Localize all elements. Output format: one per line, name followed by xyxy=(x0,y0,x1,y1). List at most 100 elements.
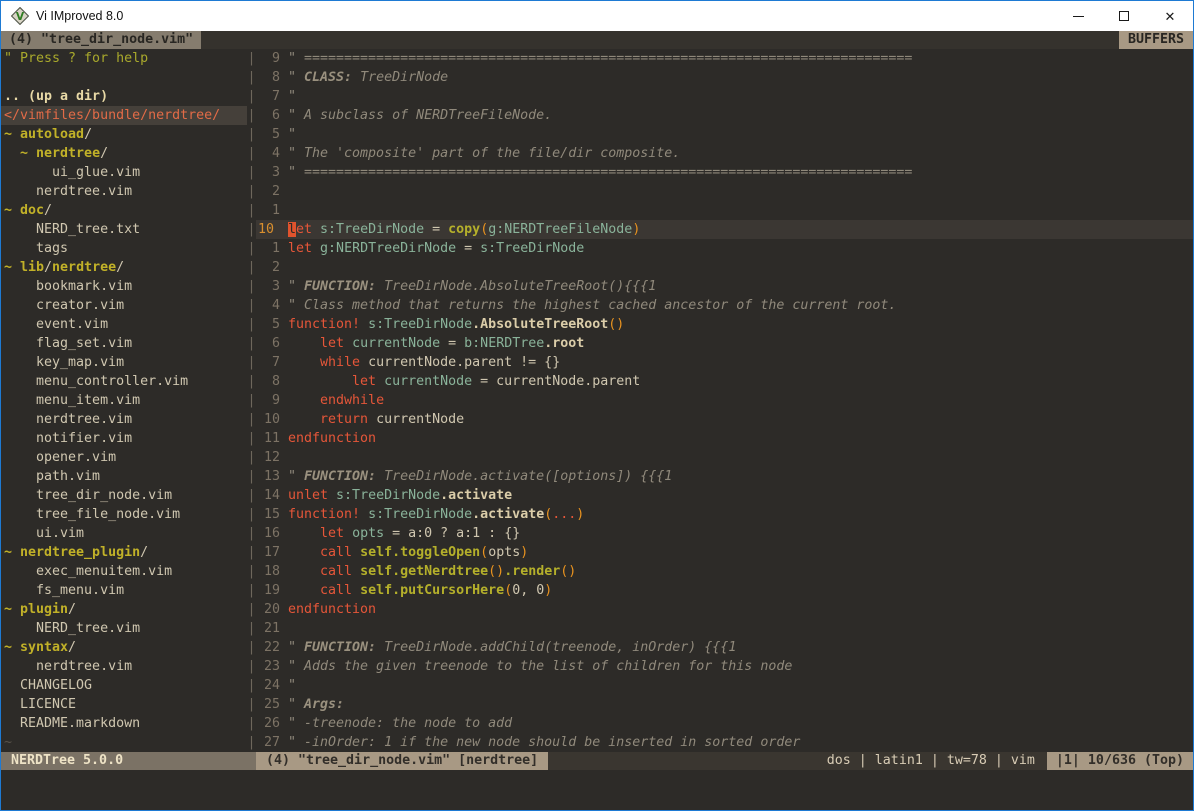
tree-row[interactable]: " Press ? for help xyxy=(4,49,247,68)
token: call xyxy=(320,545,352,560)
command-line[interactable] xyxy=(1,770,1193,810)
editor-line[interactable]: 5" xyxy=(256,125,1193,144)
line-number: 4 xyxy=(256,144,280,163)
tree-row[interactable]: ~ autoload/ xyxy=(4,125,247,144)
maximize-button[interactable] xyxy=(1101,1,1147,31)
editor-line[interactable]: 9 endwhile xyxy=(256,391,1193,410)
editor-line[interactable]: 9" =====================================… xyxy=(256,49,1193,68)
token: / xyxy=(84,127,92,142)
tree-row[interactable]: ui_glue.vim xyxy=(4,163,247,182)
tree-row[interactable]: bookmark.vim xyxy=(4,277,247,296)
editor-line[interactable]: 20endfunction xyxy=(256,600,1193,619)
tree-row[interactable] xyxy=(4,68,247,87)
editor-line[interactable]: 15function! s:TreeDirNode.activate(...) xyxy=(256,505,1193,524)
token: .activate xyxy=(440,488,512,503)
editor-line[interactable]: 23" Adds the given treenode to the list … xyxy=(256,657,1193,676)
editor-rows[interactable]: 9" =====================================… xyxy=(256,49,1193,752)
line-number: 24 xyxy=(256,676,280,695)
editor-line[interactable]: 11endfunction xyxy=(256,429,1193,448)
editor-line[interactable]: 14unlet s:TreeDirNode.activate xyxy=(256,486,1193,505)
tree-row[interactable]: ui.vim xyxy=(4,524,247,543)
tree-row[interactable]: </vimfiles/bundle/nerdtree/ xyxy=(1,106,247,125)
minimize-button[interactable] xyxy=(1055,1,1101,31)
tree-row[interactable]: tree_dir_node.vim xyxy=(4,486,247,505)
token: Args: xyxy=(304,697,344,712)
token: nerdtree.vim xyxy=(4,659,132,674)
line-number: 19 xyxy=(256,581,280,600)
editor-line[interactable]: 4" Class method that returns the highest… xyxy=(256,296,1193,315)
line-number: 10 xyxy=(256,410,280,429)
token: let xyxy=(320,526,344,541)
tree-row[interactable]: ~ nerdtree_plugin/ xyxy=(4,543,247,562)
token: / xyxy=(44,203,52,218)
tree-row[interactable]: LICENCE xyxy=(4,695,247,714)
editor-line[interactable]: 7 while currentNode.parent != {} xyxy=(256,353,1193,372)
editor-line[interactable]: 10 return currentNode xyxy=(256,410,1193,429)
tree-row[interactable]: key_map.vim xyxy=(4,353,247,372)
tab-current[interactable]: (4) "tree_dir_node.vim" xyxy=(1,31,201,49)
tree-row[interactable]: CHANGELOG xyxy=(4,676,247,695)
tree-row[interactable]: NERD_tree.txt xyxy=(4,220,247,239)
editor-line[interactable]: 12 xyxy=(256,448,1193,467)
tree-row[interactable]: path.vim xyxy=(4,467,247,486)
editor-line[interactable]: 17 call self.toggleOpen(opts) xyxy=(256,543,1193,562)
tree-row[interactable]: nerdtree.vim xyxy=(4,410,247,429)
editor-line[interactable]: 1 xyxy=(256,201,1193,220)
tree-row[interactable]: ~ xyxy=(4,733,247,752)
tree-row[interactable]: event.vim xyxy=(4,315,247,334)
line-text: " xyxy=(280,125,296,144)
editor-line[interactable]: 5function! s:TreeDirNode.AbsoluteTreeRoo… xyxy=(256,315,1193,334)
editor-line[interactable]: 3" FUNCTION: TreeDirNode.AbsoluteTreeRoo… xyxy=(256,277,1193,296)
editor-line[interactable]: 8 let currentNode = currentNode.parent xyxy=(256,372,1193,391)
tree-row[interactable]: .. (up a dir) xyxy=(4,87,247,106)
editor-line[interactable]: 19 call self.putCursorHere(0, 0) xyxy=(256,581,1193,600)
tree-row[interactable]: nerdtree.vim xyxy=(4,657,247,676)
tree-row[interactable]: fs_menu.vim xyxy=(4,581,247,600)
tree-row[interactable]: nerdtree.vim xyxy=(4,182,247,201)
line-number: 2 xyxy=(256,258,280,277)
editor-line[interactable]: 22" FUNCTION: TreeDirNode.addChild(treen… xyxy=(256,638,1193,657)
tree-row[interactable]: README.markdown xyxy=(4,714,247,733)
tree-row[interactable]: exec_menuitem.vim xyxy=(4,562,247,581)
editor-line[interactable]: 10let s:TreeDirNode = copy(g:NERDTreeFil… xyxy=(256,220,1193,239)
divider-glyph: | xyxy=(247,125,256,144)
editor-line[interactable]: 25" Args: xyxy=(256,695,1193,714)
tree-row[interactable]: flag_set.vim xyxy=(4,334,247,353)
editor-line[interactable]: 16 let opts = a:0 ? a:1 : {} xyxy=(256,524,1193,543)
line-number: 6 xyxy=(256,334,280,353)
window-divider[interactable]: ||||||||||||||||||||||||||||||||||||| xyxy=(247,49,256,752)
tree-row[interactable]: ~ doc/ xyxy=(4,201,247,220)
tree-row[interactable]: ~ lib/nerdtree/ xyxy=(4,258,247,277)
editor-line[interactable]: 2 xyxy=(256,182,1193,201)
editor-line[interactable]: 1let g:NERDTreeDirNode = s:TreeDirNode xyxy=(256,239,1193,258)
tree-row[interactable]: menu_controller.vim xyxy=(4,372,247,391)
editor-line[interactable]: 8" CLASS: TreeDirNode xyxy=(256,68,1193,87)
tree-row[interactable]: ~ nerdtree/ xyxy=(4,144,247,163)
editor-line[interactable]: 6 let currentNode = b:NERDTree.root xyxy=(256,334,1193,353)
token: currentNode xyxy=(368,412,464,427)
editor-line[interactable]: 27" -inOrder: 1 if the new node should b… xyxy=(256,733,1193,752)
token: unlet xyxy=(288,488,328,503)
editor-line[interactable]: 2 xyxy=(256,258,1193,277)
tree-row[interactable]: ~ syntax/ xyxy=(4,638,247,657)
tree-row[interactable]: opener.vim xyxy=(4,448,247,467)
tree-row[interactable]: NERD_tree.vim xyxy=(4,619,247,638)
tree-row[interactable]: tree_file_node.vim xyxy=(4,505,247,524)
tree-row[interactable]: creator.vim xyxy=(4,296,247,315)
close-button[interactable]: ✕ xyxy=(1147,1,1193,31)
tree-row[interactable]: menu_item.vim xyxy=(4,391,247,410)
editor-line[interactable]: 24" xyxy=(256,676,1193,695)
editor-line[interactable]: 13" FUNCTION: TreeDirNode.activate([opti… xyxy=(256,467,1193,486)
tree-row[interactable]: tags xyxy=(4,239,247,258)
tree-row[interactable]: notifier.vim xyxy=(4,429,247,448)
line-text xyxy=(280,448,288,467)
editor-line[interactable]: 4" The 'composite' part of the file/dir … xyxy=(256,144,1193,163)
editor-line[interactable]: 7" xyxy=(256,87,1193,106)
editor-line[interactable]: 6" A subclass of NERDTreeFileNode. xyxy=(256,106,1193,125)
status-line: NERDTree 5.0.0 (4) "tree_dir_node.vim" [… xyxy=(1,752,1193,770)
tree-row[interactable]: ~ plugin/ xyxy=(4,600,247,619)
editor-line[interactable]: 26" -treenode: the node to add xyxy=(256,714,1193,733)
editor-line[interactable]: 3" =====================================… xyxy=(256,163,1193,182)
editor-line[interactable]: 21 xyxy=(256,619,1193,638)
editor-line[interactable]: 18 call self.getNerdtree().render() xyxy=(256,562,1193,581)
